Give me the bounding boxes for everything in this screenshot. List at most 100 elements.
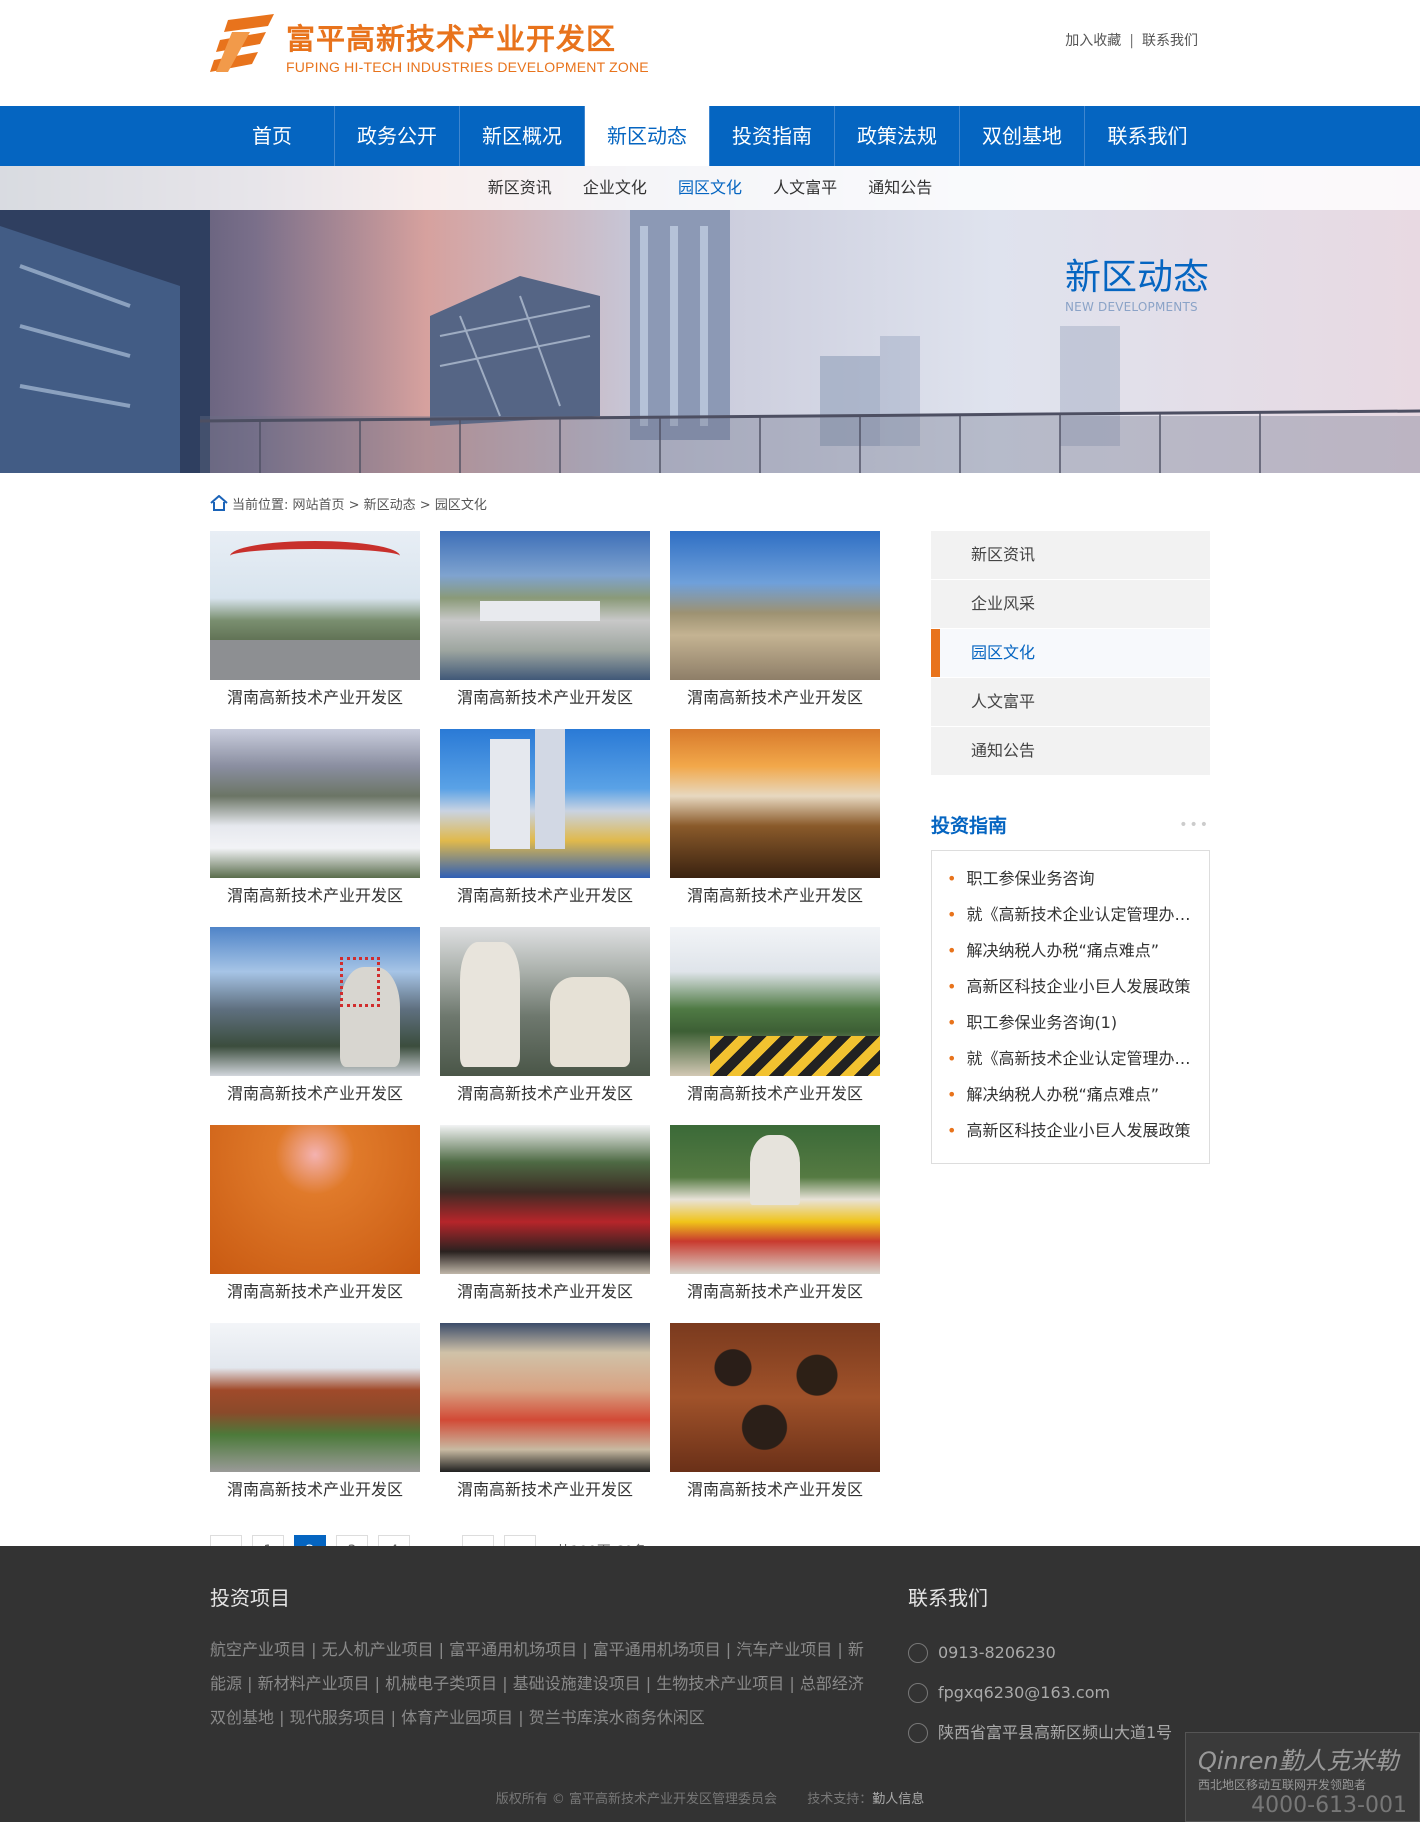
breadcrumb-text[interactable]: 当前位置: 网站首页 > 新区动态 > 园区文化 <box>232 494 487 513</box>
photo-card[interactable]: 渭南高新技术产业开发区 <box>210 927 420 1104</box>
logo[interactable]: 富平高新技术产业开发区 FUPING HI-TECH INDUSTRIES DE… <box>210 12 649 82</box>
nav-item-contact[interactable]: 联系我们 <box>1085 106 1210 166</box>
photo-caption[interactable]: 渭南高新技术产业开发区 <box>210 886 420 906</box>
watermark-badge: Qinren勤人克米勒 西北地区移动互联网开发领跑者 4000-613-001 <box>1185 1732 1420 1822</box>
toplinks-separator: | <box>1129 33 1134 49</box>
nav-item-overview[interactable]: 新区概况 <box>460 106 585 166</box>
photo-riverside[interactable] <box>210 1323 420 1472</box>
banner-cityscape <box>0 210 1420 473</box>
photo-caption[interactable]: 渭南高新技术产业开发区 <box>440 1084 650 1104</box>
support-link[interactable]: 勤人信息 <box>872 1792 924 1807</box>
footer-phone: 0913-8206230 <box>938 1643 1056 1662</box>
invest-item[interactable]: 高新区科技企业小巨人发展政策 <box>947 1113 1194 1149</box>
photo-gate[interactable] <box>210 531 420 680</box>
photo-card[interactable]: 渭南高新技术产业开发区 <box>440 927 650 1104</box>
photo-caption[interactable]: 渭南高新技术产业开发区 <box>670 886 880 906</box>
photo-card[interactable]: 渭南高新技术产业开发区 <box>670 531 880 708</box>
side-menu: 新区资讯 企业风采 园区文化 人文富平 通知公告 <box>931 531 1210 775</box>
sidebar: 新区资讯 企业风采 园区文化 人文富平 通知公告 投资指南 ••• 职工参保业务… <box>931 531 1210 1567</box>
nav-item-innovation[interactable]: 双创基地 <box>960 106 1085 166</box>
watermark-brand: Qinren勤人克米勒 <box>1198 1747 1399 1775</box>
nav-item-home[interactable]: 首页 <box>210 106 335 166</box>
photo-persimmons[interactable] <box>210 1125 420 1274</box>
watermark-slogan: 西北地区移动互联网开发领跑者 <box>1198 1778 1367 1792</box>
invest-item[interactable]: 就《高新技术企业认定管理办法》 <box>947 1041 1194 1077</box>
invest-item[interactable]: 高新区科技企业小巨人发展政策 <box>947 969 1194 1005</box>
header: 富平高新技术产业开发区 FUPING HI-TECH INDUSTRIES DE… <box>210 0 1210 106</box>
side-item-park-culture[interactable]: 园区文化 <box>931 629 1210 677</box>
projects-links[interactable]: 航空产业项目 | 无人机产业项目 | 富平通用机场项目 | 富平通用机场项目 |… <box>210 1633 870 1735</box>
photo-stone-tablets[interactable] <box>440 927 650 1076</box>
invest-item[interactable]: 解决纳税人办税“痛点难点” <box>947 933 1194 969</box>
photo-card[interactable]: 渭南高新技术产业开发区 <box>670 1125 880 1302</box>
photo-pottery-wall[interactable] <box>670 1323 880 1472</box>
photo-industrial-park[interactable] <box>440 531 650 680</box>
photo-card[interactable]: 渭南高新技术产业开发区 <box>210 531 420 708</box>
bookmark-link[interactable]: 加入收藏 <box>1065 33 1121 49</box>
projects-title: 投资项目 <box>210 1586 290 1610</box>
nav-item-invest[interactable]: 投资指南 <box>710 106 835 166</box>
email-icon <box>908 1683 928 1703</box>
side-item-fuping[interactable]: 人文富平 <box>931 678 1210 726</box>
photo-caption[interactable]: 渭南高新技术产业开发区 <box>440 688 650 708</box>
photo-card[interactable]: 渭南高新技术产业开发区 <box>670 1323 880 1500</box>
photo-caption[interactable]: 渭南高新技术产业开发区 <box>670 1084 880 1104</box>
photo-card[interactable]: 渭南高新技术产业开发区 <box>210 729 420 906</box>
subnav-item-fuping[interactable]: 人文富平 <box>773 178 837 197</box>
watermark-phone: 4000-613-001 <box>1251 1793 1407 1818</box>
photo-caption[interactable]: 渭南高新技术产业开发区 <box>210 1480 420 1500</box>
copyright: 版权所有 © 富平高新技术产业开发区管理委员会 <box>495 1792 778 1807</box>
support-label: 技术支持： <box>807 1792 873 1807</box>
subnav-item-news[interactable]: 新区资讯 <box>488 178 552 197</box>
phone-icon <box>908 1643 928 1663</box>
footer-email[interactable]: fpgxq6230@163.com <box>938 1673 1110 1713</box>
photo-statue-flowers[interactable] <box>670 1125 880 1274</box>
logo-subtitle: FUPING HI-TECH INDUSTRIES DEVELOPMENT ZO… <box>286 59 649 75</box>
photo-caption[interactable]: 渭南高新技术产业开发区 <box>670 1282 880 1302</box>
invest-item[interactable]: 就《高新技术企业认定管理办法》 <box>947 897 1194 933</box>
photo-caption[interactable]: 渭南高新技术产业开发区 <box>440 1480 650 1500</box>
side-item-notice[interactable]: 通知公告 <box>931 727 1210 775</box>
photo-card[interactable]: 渭南高新技术产业开发区 <box>440 1125 650 1302</box>
photo-caption[interactable]: 渭南高新技术产业开发区 <box>210 688 420 708</box>
photo-drum-performance[interactable] <box>440 1323 650 1472</box>
photo-card[interactable]: 渭南高新技术产业开发区 <box>210 1323 420 1500</box>
photo-caption[interactable]: 渭南高新技术产业开发区 <box>210 1084 420 1104</box>
photo-night-city[interactable] <box>670 729 880 878</box>
photo-card[interactable]: 渭南高新技术产业开发区 <box>440 1323 650 1500</box>
main-nav: 首页 政务公开 新区概况 新区动态 投资指南 政策法规 双创基地 联系我们 <box>0 106 1420 166</box>
invest-item[interactable]: 职工参保业务咨询 <box>947 861 1194 897</box>
breadcrumb: 当前位置: 网站首页 > 新区动态 > 园区文化 <box>210 494 1210 513</box>
subnav-item-park-culture[interactable]: 园区文化 <box>678 178 742 197</box>
photo-card[interactable]: 渭南高新技术产业开发区 <box>210 1125 420 1302</box>
nav-item-policy[interactable]: 政策法规 <box>835 106 960 166</box>
photo-city-view[interactable] <box>670 531 880 680</box>
photo-card[interactable]: 渭南高新技术产业开发区 <box>440 729 650 906</box>
photo-archway[interactable] <box>440 1125 650 1274</box>
side-item-news[interactable]: 新区资讯 <box>931 531 1210 579</box>
photo-card[interactable]: 渭南高新技术产业开发区 <box>440 531 650 708</box>
photo-caption[interactable]: 渭南高新技术产业开发区 <box>440 1282 650 1302</box>
photo-card[interactable]: 渭南高新技术产业开发区 <box>670 729 880 906</box>
logo-mark-icon <box>210 12 280 82</box>
invest-item[interactable]: 解决纳税人办税“痛点难点” <box>947 1077 1194 1113</box>
photo-caption[interactable]: 渭南高新技术产业开发区 <box>670 1480 880 1500</box>
photo-cliff[interactable] <box>210 927 420 1076</box>
photo-toll-gate[interactable] <box>670 927 880 1076</box>
photo-mall[interactable] <box>440 729 650 878</box>
contact-link[interactable]: 联系我们 <box>1142 33 1198 49</box>
side-item-enterprise[interactable]: 企业风采 <box>931 580 1210 628</box>
nav-item-news[interactable]: 新区动态 <box>585 106 710 166</box>
banner-subtitle: NEW DEVELOPMENTS <box>1064 300 1198 314</box>
nav-item-government[interactable]: 政务公开 <box>335 106 460 166</box>
more-dots-icon[interactable]: ••• <box>1179 817 1210 833</box>
invest-title: 投资指南 <box>931 815 1008 837</box>
photo-card[interactable]: 渭南高新技术产业开发区 <box>670 927 880 1104</box>
invest-item[interactable]: 职工参保业务咨询(1) <box>947 1005 1194 1041</box>
photo-caption[interactable]: 渭南高新技术产业开发区 <box>210 1282 420 1302</box>
subnav-item-notice[interactable]: 通知公告 <box>868 178 932 197</box>
photo-caption[interactable]: 渭南高新技术产业开发区 <box>440 886 650 906</box>
photo-mountain-mist[interactable] <box>210 729 420 878</box>
photo-caption[interactable]: 渭南高新技术产业开发区 <box>670 688 880 708</box>
subnav-item-culture[interactable]: 企业文化 <box>583 178 647 197</box>
